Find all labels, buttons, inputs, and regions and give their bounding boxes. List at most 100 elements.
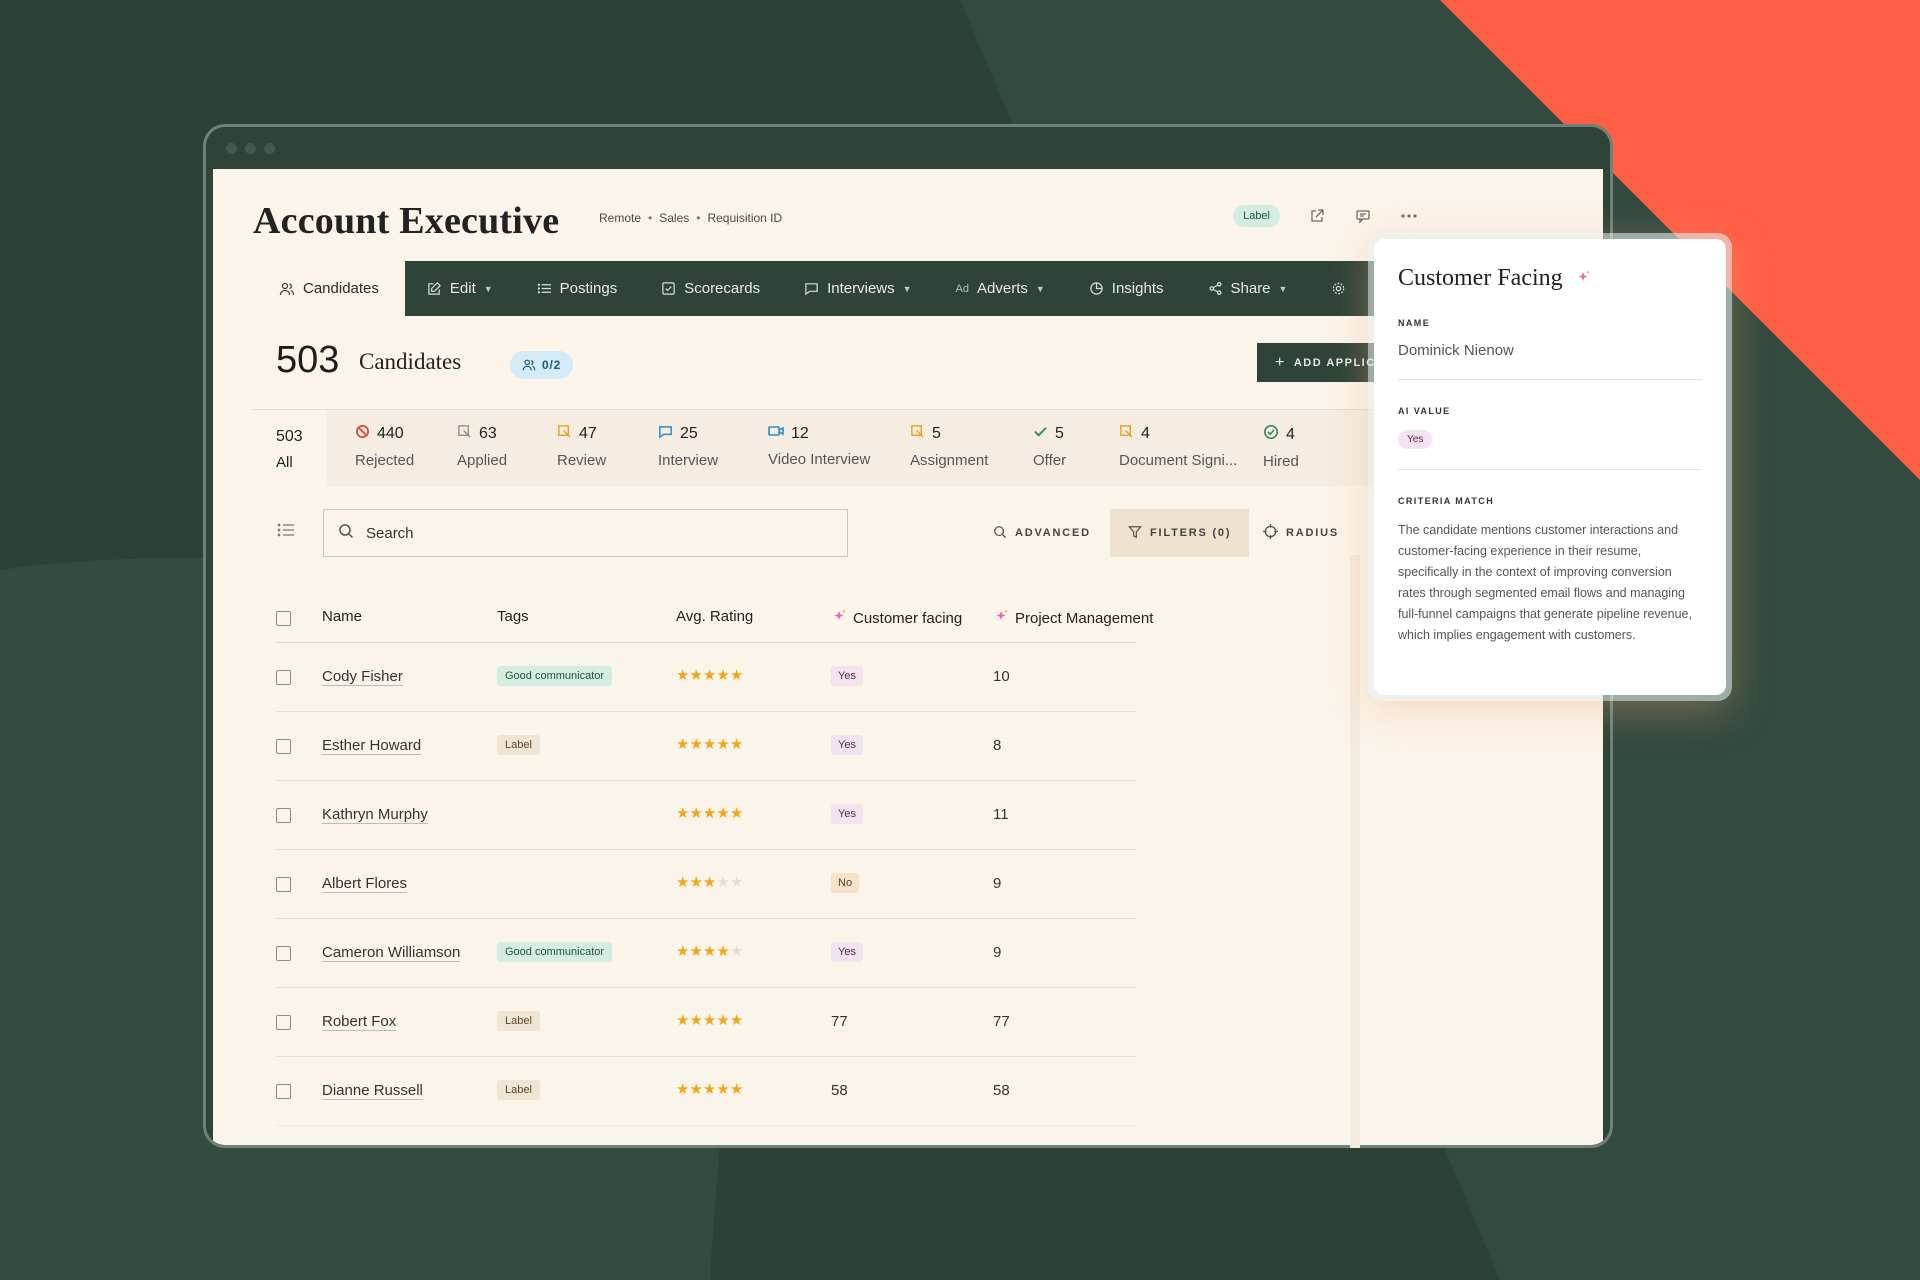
criteria-match-text: The candidate mentions customer interact… <box>1398 523 1692 642</box>
stage-hired[interactable]: 4 Hired <box>1263 424 1299 470</box>
customer-facing-value: Yes <box>831 942 863 962</box>
tab-scorecards[interactable]: Scorecards <box>639 261 782 316</box>
tab-interviews[interactable]: Interviews ▼ <box>782 261 933 316</box>
star-icon: ★ <box>689 943 703 960</box>
column-tags[interactable]: Tags <box>497 608 529 625</box>
tag-badge[interactable]: Label <box>497 1080 540 1100</box>
star-icon: ★ <box>716 1012 730 1029</box>
select-all-checkbox[interactable] <box>276 611 291 626</box>
tag-badge[interactable]: Good communicator <box>497 942 613 962</box>
stage-count: 503 <box>276 428 303 445</box>
team-pill[interactable]: 0/2 <box>510 351 574 379</box>
sparkle-icon <box>993 608 1009 628</box>
stage-count: 47 <box>579 425 597 442</box>
meta-separator: • <box>696 211 701 225</box>
job-meta: Remote • Sales • Requisition ID <box>599 211 782 225</box>
row-checkbox[interactable] <box>276 739 291 754</box>
table-fade <box>253 1105 1353 1145</box>
column-project-management[interactable]: Project Management <box>993 608 1153 628</box>
stage-offer[interactable]: 5 Offer <box>1033 424 1066 469</box>
plus-icon: + <box>1275 353 1286 371</box>
tab-label: Share <box>1230 280 1271 297</box>
table-row[interactable]: Cameron Williamson Good communicator ★★★★★… <box>276 919 1136 988</box>
stage-label: Rejected <box>355 452 415 469</box>
candidate-name-link[interactable]: Robert Fox <box>322 1013 396 1030</box>
table-row[interactable]: Kathryn Murphy ★★★★★ Yes 11 <box>276 781 1136 850</box>
candidate-name-link[interactable]: Kathryn Murphy <box>322 806 428 823</box>
stage-document-signing[interactable]: 4 Document Signi... <box>1119 424 1237 469</box>
right-panel-edge <box>1350 555 1360 1148</box>
tab-share[interactable]: Share ▼ <box>1186 261 1310 316</box>
star-icon: ★ <box>716 736 730 753</box>
advanced-search-button[interactable]: ADVANCED <box>993 509 1091 557</box>
row-checkbox[interactable] <box>276 877 291 892</box>
table-row[interactable]: Cody Fisher Good communicator ★★★★★ Yes 10 <box>276 643 1136 712</box>
row-checkbox[interactable] <box>276 670 291 685</box>
row-checkbox[interactable] <box>276 946 291 961</box>
tab-candidates[interactable]: Candidates <box>253 261 405 316</box>
tag-badge[interactable]: Label <box>497 735 540 755</box>
stage-rejected[interactable]: 440 Rejected <box>355 424 414 469</box>
project-management-value: 11 <box>993 806 1009 823</box>
stage-count: 5 <box>932 425 941 442</box>
stage-count: 25 <box>680 425 698 442</box>
star-icon: ★ <box>716 1081 730 1098</box>
chevron-down-icon: ▼ <box>902 283 912 294</box>
tag-badge[interactable]: Good communicator <box>497 666 613 686</box>
stage-label: Assignment <box>910 452 989 469</box>
search-input[interactable]: Search <box>323 509 848 557</box>
star-icon: ★ <box>716 667 730 684</box>
stage-applied[interactable]: 63 Applied <box>457 424 507 469</box>
label-badge[interactable]: Label <box>1233 205 1280 227</box>
tab-edit[interactable]: Edit ▼ <box>405 261 515 316</box>
stage-all[interactable]: 503 All <box>253 410 327 487</box>
star-icon: ★ <box>702 1081 717 1098</box>
star-icon: ★ <box>689 736 703 753</box>
external-edit-icon[interactable] <box>1308 207 1326 225</box>
tag-badge[interactable]: Label <box>497 1011 540 1031</box>
star-icon: ★ <box>729 805 744 822</box>
project-management-value: 9 <box>993 875 1002 892</box>
tab-label: Postings <box>559 280 618 297</box>
column-customer-facing[interactable]: Customer facing <box>831 608 962 628</box>
stage-label: Video Interview <box>768 451 871 468</box>
gear-icon <box>1333 282 1345 295</box>
row-checkbox[interactable] <box>276 1015 291 1030</box>
filters-button[interactable]: FILTERS (0) <box>1110 509 1250 557</box>
table-row[interactable]: Albert Flores ★★★★★ No 9 <box>276 850 1136 919</box>
window-dot[interactable] <box>264 142 275 154</box>
candidate-name-link[interactable]: Esther Howard <box>322 737 421 754</box>
chat-icon <box>805 283 818 296</box>
stage-review[interactable]: 47 Review <box>557 424 606 469</box>
tab-label: Scorecards <box>684 280 761 297</box>
stage-video-interview[interactable]: 12 Video Interview <box>768 424 871 469</box>
project-management-value: 10 <box>993 668 1010 685</box>
column-avg-rating[interactable]: Avg. Rating <box>676 608 753 625</box>
stage-assignment[interactable]: 5 Assignment <box>910 424 988 469</box>
more-icon[interactable] <box>1400 207 1418 225</box>
stage-interview[interactable]: 25 Interview <box>658 424 718 469</box>
row-checkbox[interactable] <box>276 808 291 823</box>
candidate-name-link[interactable]: Albert Flores <box>322 875 407 892</box>
row-checkbox[interactable] <box>276 1084 291 1099</box>
candidate-name-link[interactable]: Cody Fisher <box>322 668 403 685</box>
star-icon: ★ <box>689 1081 703 1098</box>
star-icon: ★ <box>676 943 690 960</box>
candidate-name-link[interactable]: Dianne Russell <box>322 1082 423 1099</box>
star-icon: ★ <box>716 943 730 960</box>
radius-button[interactable]: RADIUS <box>1263 509 1339 557</box>
tab-postings[interactable]: Postings <box>515 261 640 316</box>
stage-label: Hired <box>1263 453 1299 470</box>
candidates-heading: Candidates <box>359 349 462 374</box>
candidate-name-link[interactable]: Cameron Williamson <box>322 944 460 961</box>
list-view-icon[interactable] <box>277 522 295 543</box>
window-dot[interactable] <box>245 142 256 154</box>
table-row[interactable]: Robert Fox Label ★★★★★ 77 77 <box>276 988 1136 1057</box>
comment-icon[interactable] <box>1354 207 1372 225</box>
window-dot[interactable] <box>226 142 237 154</box>
table-row[interactable]: Esther Howard Label ★★★★★ Yes 8 <box>276 712 1136 781</box>
tab-insights[interactable]: Insights <box>1067 261 1186 316</box>
tab-settings[interactable] <box>1309 261 1368 316</box>
tab-adverts[interactable]: Ad Adverts ▼ <box>934 261 1067 316</box>
column-name[interactable]: Name <box>322 608 362 625</box>
